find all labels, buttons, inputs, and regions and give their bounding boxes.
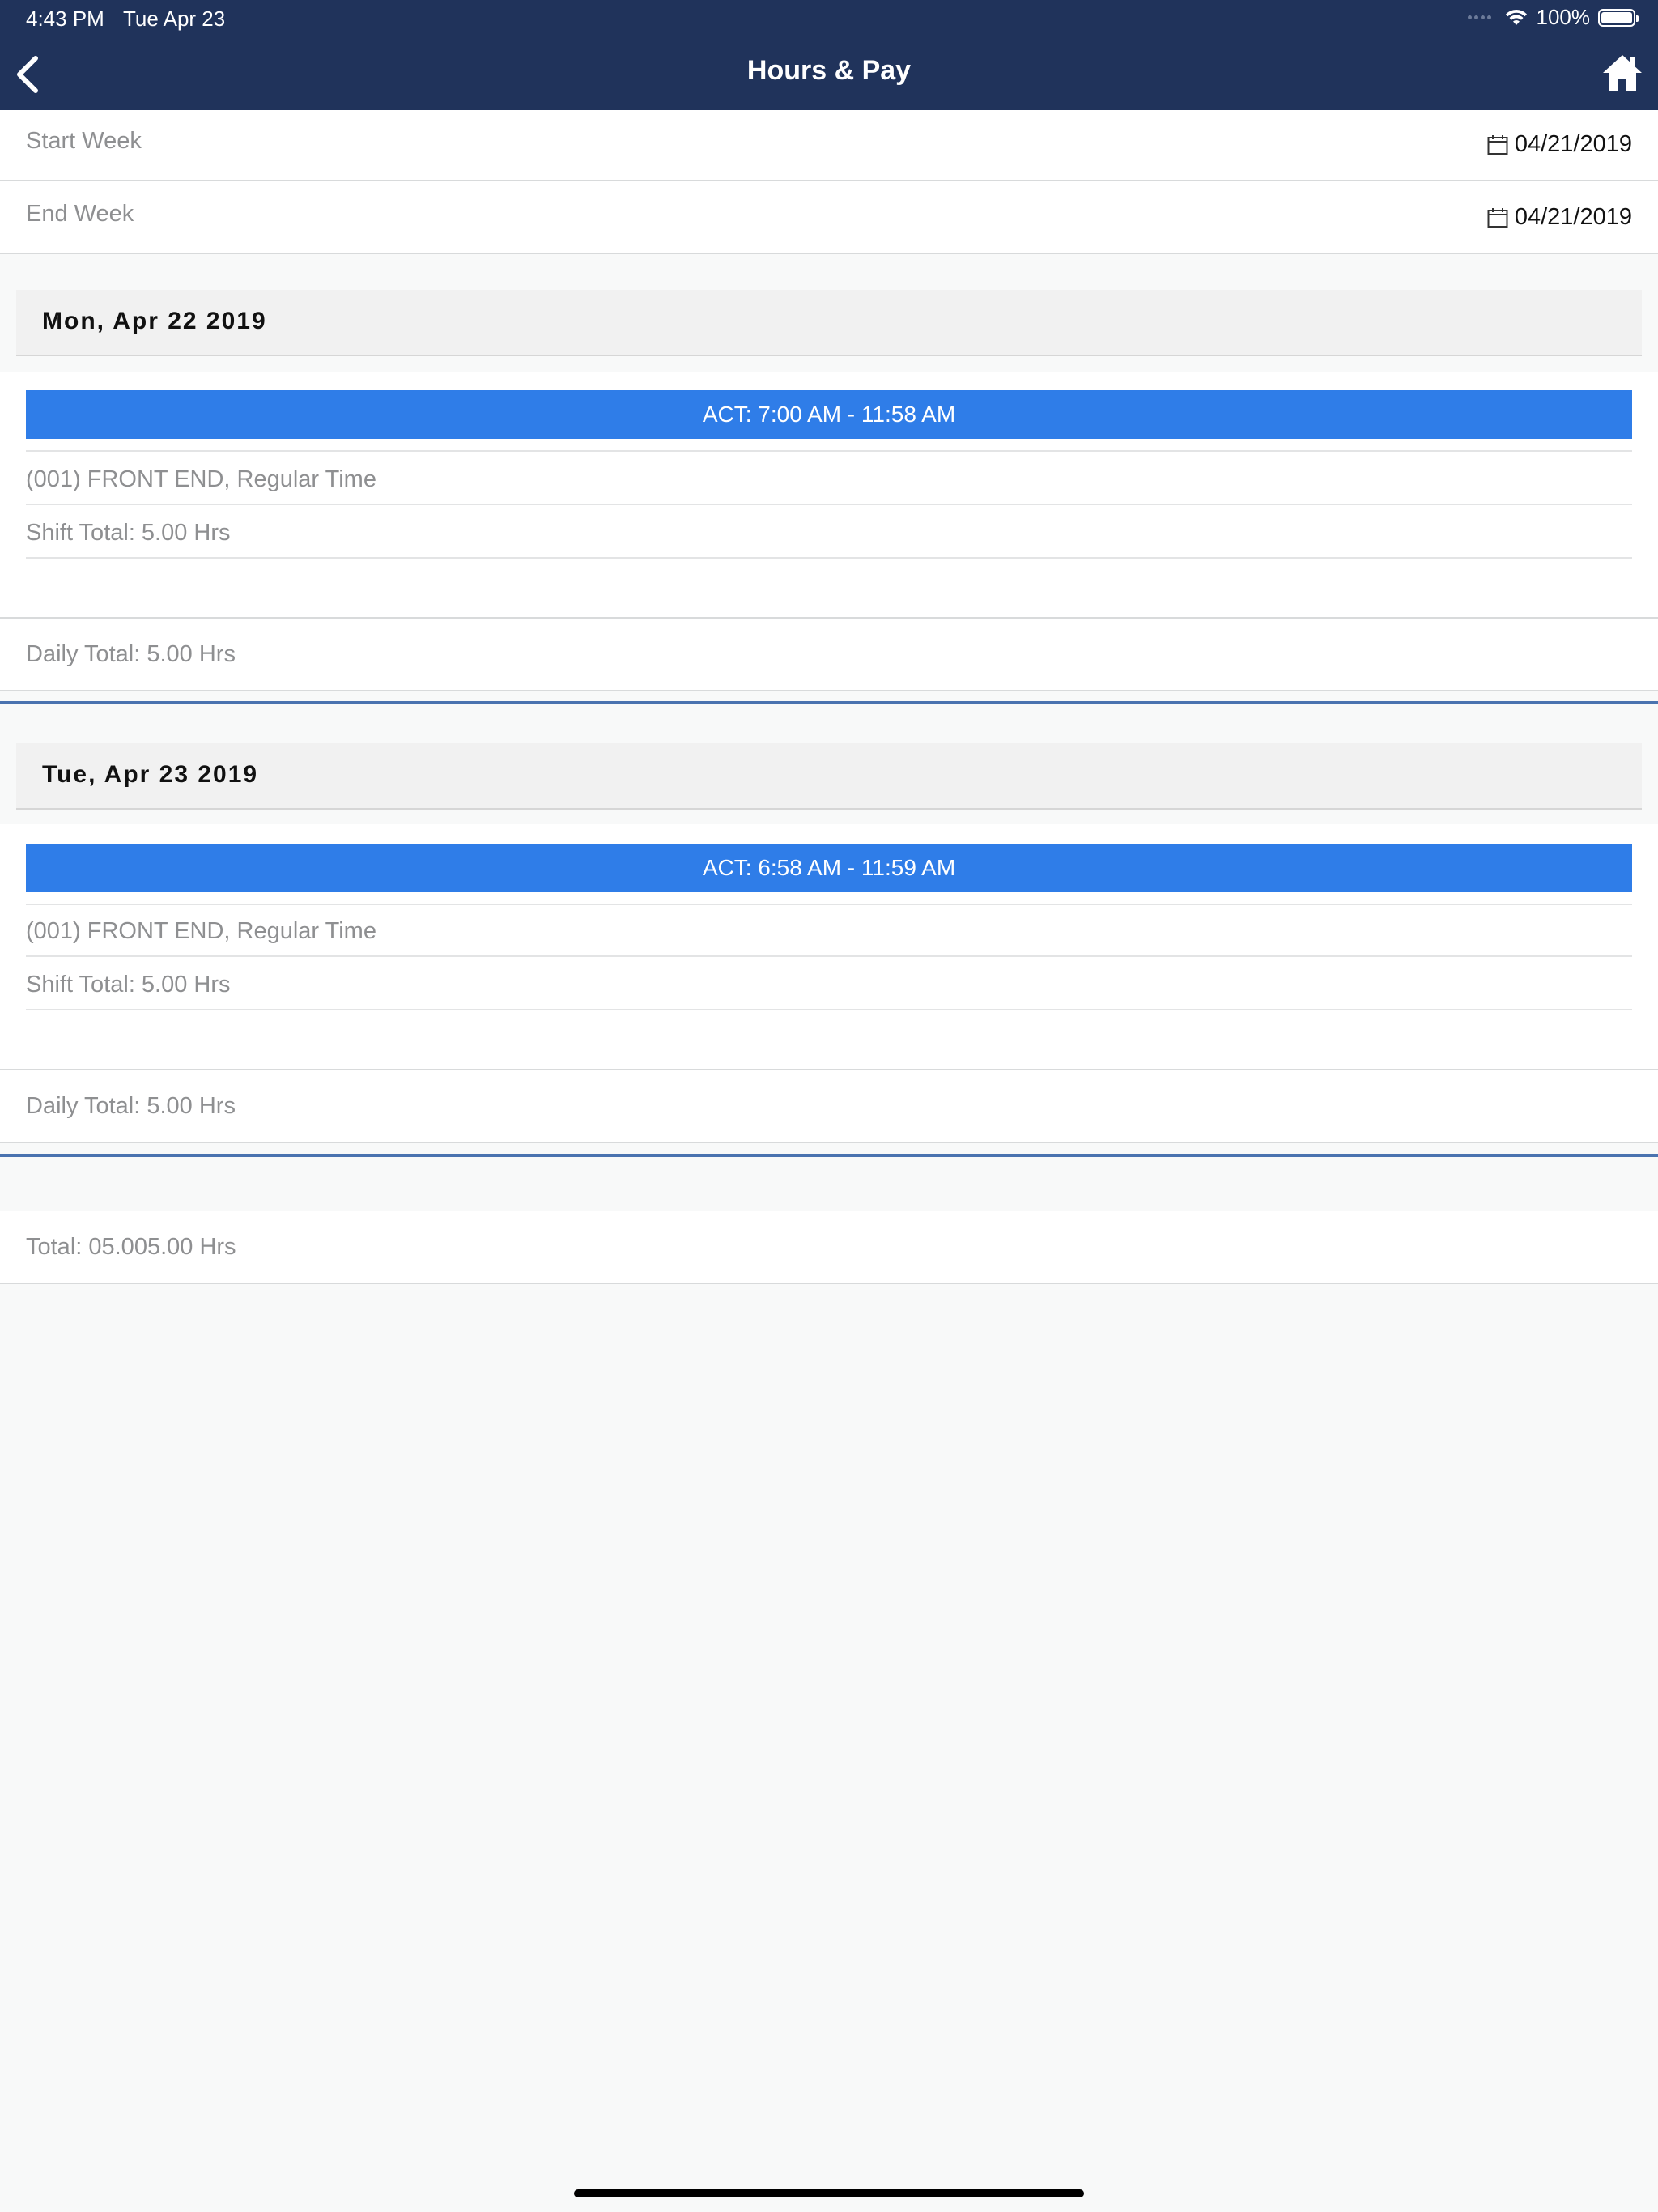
- act-bar[interactable]: ACT: 7:00 AM - 11:58 AM: [26, 390, 1632, 439]
- act-bar[interactable]: ACT: 6:58 AM - 11:59 AM: [26, 844, 1632, 892]
- status-time: 4:43 PM: [26, 6, 104, 31]
- daily-total: Daily Total: 5.00 Hrs: [26, 1093, 236, 1119]
- start-week-row[interactable]: Start Week 04/21/2019: [0, 110, 1658, 181]
- separator: [26, 955, 1632, 957]
- daily-total-row: Daily Total: 5.00 Hrs: [0, 619, 1658, 691]
- day-header: Tue, Apr 23 2019: [16, 743, 1642, 810]
- day-divider: [0, 701, 1658, 704]
- home-icon: [1603, 55, 1642, 91]
- wifi-icon: [1505, 9, 1527, 25]
- separator: [26, 450, 1632, 452]
- end-week-value[interactable]: 04/21/2019: [1487, 204, 1632, 231]
- calendar-icon: [1487, 134, 1508, 155]
- day-header: Mon, Apr 22 2019: [16, 290, 1642, 356]
- day-title: Tue, Apr 23 2019: [42, 761, 259, 788]
- signal-icon: [1467, 15, 1491, 19]
- nav-header: 4:43 PM Tue Apr 23 100% Hours & Pay: [0, 0, 1658, 110]
- daily-total-row: Daily Total: 5.00 Hrs: [0, 1070, 1658, 1143]
- shift-total: Shift Total: 5.00 Hrs: [26, 972, 231, 998]
- end-week-label: End Week: [26, 201, 134, 227]
- home-indicator[interactable]: [574, 2189, 1084, 2197]
- status-indicators: 100%: [1467, 5, 1639, 30]
- grand-total-row: Total: 05.005.00 Hrs: [0, 1211, 1658, 1284]
- separator: [26, 1009, 1632, 1010]
- job-label: (001) FRONT END, Regular Time: [26, 466, 376, 492]
- battery-icon: [1598, 8, 1639, 27]
- separator: [26, 904, 1632, 905]
- grand-total: Total: 05.005.00 Hrs: [26, 1234, 236, 1260]
- start-week-label: Start Week: [26, 128, 142, 154]
- calendar-icon: [1487, 207, 1508, 228]
- shift-total: Shift Total: 5.00 Hrs: [26, 520, 231, 546]
- daily-total: Daily Total: 5.00 Hrs: [26, 641, 236, 667]
- separator: [26, 557, 1632, 559]
- start-week-date: 04/21/2019: [1514, 131, 1632, 157]
- shift-card: ACT: 7:00 AM - 11:58 AM (001) FRONT END,…: [0, 372, 1658, 619]
- job-label: (001) FRONT END, Regular Time: [26, 918, 376, 944]
- shift-card: ACT: 6:58 AM - 11:59 AM (001) FRONT END,…: [0, 824, 1658, 1070]
- separator: [26, 504, 1632, 505]
- status-date: Tue Apr 23: [123, 6, 226, 31]
- day-divider: [0, 1154, 1658, 1157]
- battery-percent: 100%: [1536, 5, 1591, 29]
- home-button[interactable]: [1601, 52, 1643, 94]
- end-week-date: 04/21/2019: [1514, 204, 1632, 230]
- end-week-row[interactable]: End Week 04/21/2019: [0, 181, 1658, 254]
- page-title: Hours & Pay: [746, 55, 912, 86]
- day-title: Mon, Apr 22 2019: [42, 308, 267, 334]
- start-week-value[interactable]: 04/21/2019: [1487, 131, 1632, 158]
